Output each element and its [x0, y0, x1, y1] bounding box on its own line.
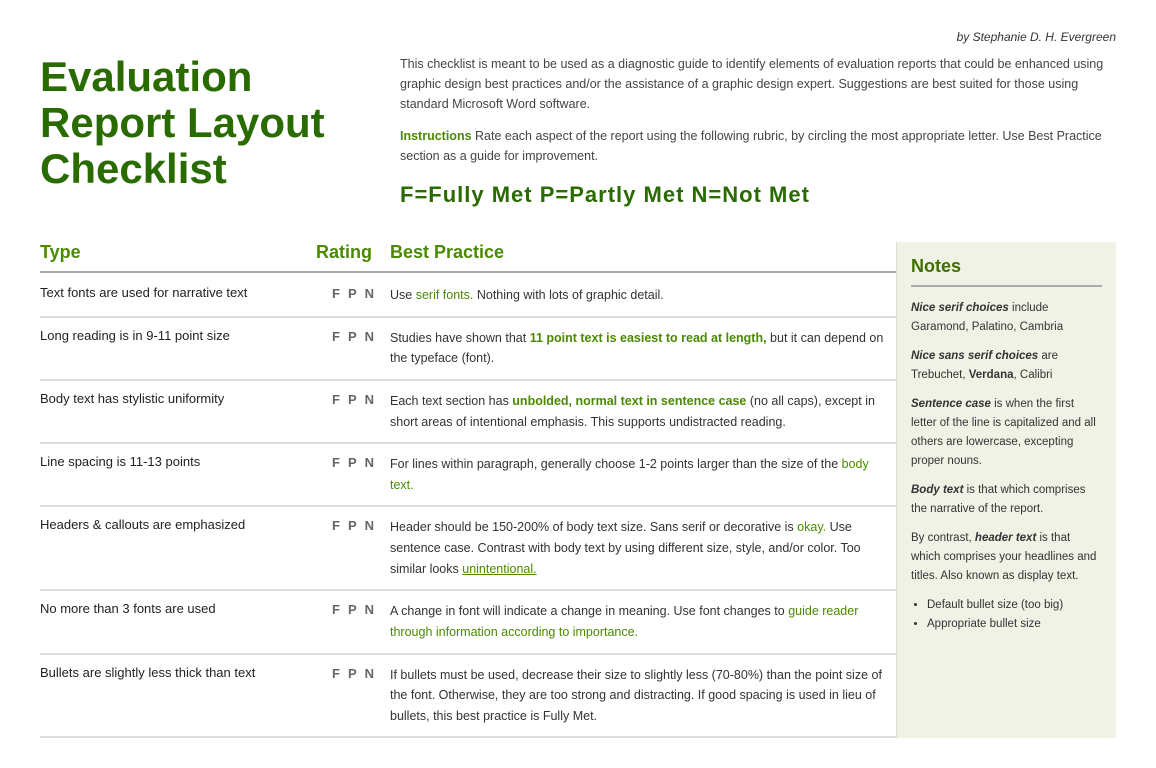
- main-title: Evaluation Report Layout Checklist: [40, 54, 360, 193]
- notes-column: Notes Nice serif choices include Garamon…: [896, 242, 1116, 738]
- row-1: Text fonts are used for narrative text F…: [40, 275, 896, 318]
- rating-p-6: P: [348, 602, 357, 617]
- ht-label: header text: [975, 532, 1036, 544]
- sc-label: Sentence case: [911, 398, 991, 410]
- type-text-4: Line spacing is 11-13 points: [40, 454, 309, 469]
- main-table: Type Rating Best Practice Text fonts are…: [40, 242, 1116, 738]
- row-7: Bullets are slightly less thick than tex…: [40, 655, 896, 739]
- notes-content: Nice serif choices include Garamond, Pal…: [911, 299, 1102, 634]
- note-serif: Nice serif choices include Garamond, Pal…: [911, 299, 1102, 337]
- rating-p-5: P: [348, 518, 357, 533]
- type-text-6: No more than 3 fonts are used: [40, 601, 309, 616]
- rating-f-2: F: [332, 329, 340, 344]
- rating-line: F=Fully Met P=Partly Met N=Not Met: [400, 182, 1116, 208]
- bullet-list: Default bullet size (too big) Appropriat…: [911, 596, 1102, 634]
- type-cell-7: Bullets are slightly less thick than tex…: [40, 655, 380, 738]
- rating-n-7: N: [365, 666, 374, 681]
- left-section: Type Rating Best Practice Text fonts are…: [40, 242, 896, 738]
- instructions-body: Rate each aspect of the report using the…: [400, 129, 1102, 163]
- rating-f-4: F: [332, 455, 340, 470]
- byline: by Stephanie D. H. Evergreen: [40, 30, 1116, 44]
- row-3: Body text has stylistic uniformity F P N…: [40, 381, 896, 444]
- type-rating-header: Type Rating: [40, 242, 380, 263]
- type-cell-6: No more than 3 fonts are used F P N: [40, 591, 380, 653]
- rating-n-6: N: [365, 602, 374, 617]
- type-cell-5: Headers & callouts are emphasized F P N: [40, 507, 380, 590]
- note-body-text: Body text is that which comprises the na…: [911, 481, 1102, 519]
- rating-n-2: N: [365, 329, 374, 344]
- ratings-5: F P N: [309, 517, 374, 533]
- note-sentence-case: Sentence case is when the first letter o…: [911, 395, 1102, 471]
- instructions-text: Instructions Rate each aspect of the rep…: [400, 126, 1116, 166]
- rating-n-5: N: [365, 518, 374, 533]
- note-header-text: By contrast, header text is that which c…: [911, 529, 1102, 586]
- intro-text: This checklist is meant to be used as a …: [400, 54, 1116, 114]
- sans-label: Nice sans serif choices: [911, 350, 1038, 362]
- bp-cell-1: Use serif fonts. Nothing with lots of gr…: [380, 275, 896, 317]
- serif-label: Nice serif choices: [911, 302, 1009, 314]
- ratings-6: F P N: [309, 601, 374, 617]
- type-cell-4: Line spacing is 11-13 points F P N: [40, 444, 380, 506]
- rating-header: Rating: [315, 242, 380, 263]
- bullet-item-2: Appropriate bullet size: [927, 615, 1102, 634]
- rating-n-3: N: [365, 392, 374, 407]
- bp-cell-5: Header should be 150-200% of body text s…: [380, 507, 896, 590]
- row-5: Headers & callouts are emphasized F P N …: [40, 507, 896, 591]
- ratings-7: F P N: [309, 665, 374, 681]
- ratings-2: F P N: [309, 328, 374, 344]
- ht-intro: By contrast,: [911, 532, 975, 544]
- header-row: Type Rating Best Practice: [40, 242, 896, 273]
- bp-cell-6: A change in font will indicate a change …: [380, 591, 896, 653]
- row-6: No more than 3 fonts are used F P N A ch…: [40, 591, 896, 654]
- title-block: Evaluation Report Layout Checklist: [40, 54, 360, 212]
- rating-n-4: N: [365, 455, 374, 470]
- bp-cell-7: If bullets must be used, decrease their …: [380, 655, 896, 738]
- type-cell-2: Long reading is in 9-11 point size F P N: [40, 318, 380, 380]
- type-text-1: Text fonts are used for narrative text: [40, 285, 309, 300]
- row-2: Long reading is in 9-11 point size F P N…: [40, 318, 896, 381]
- page-container: by Stephanie D. H. Evergreen Evaluation …: [40, 30, 1116, 738]
- type-header: Type: [40, 242, 315, 263]
- bp-text-1: Use serif fonts. Nothing with lots of gr…: [390, 288, 664, 302]
- bp-cell-3: Each text section has unbolded, normal t…: [380, 381, 896, 443]
- rating-p-1: P: [348, 286, 357, 301]
- ratings-3: F P N: [309, 391, 374, 407]
- rating-p-2: P: [348, 329, 357, 344]
- rating-p-4: P: [348, 455, 357, 470]
- notes-header: Notes: [911, 256, 1102, 287]
- top-section: Evaluation Report Layout Checklist This …: [40, 54, 1116, 212]
- instructions-label: Instructions: [400, 129, 472, 143]
- type-text-5: Headers & callouts are emphasized: [40, 517, 309, 532]
- rating-p-3: P: [348, 392, 357, 407]
- verdana-text: Verdana: [969, 369, 1014, 381]
- calibri-text: , Calibri: [1014, 369, 1053, 381]
- row-4: Line spacing is 11-13 points F P N For l…: [40, 444, 896, 507]
- bt-label: Body text: [911, 484, 963, 496]
- ratings-1: F P N: [309, 285, 374, 301]
- type-text-3: Body text has stylistic uniformity: [40, 391, 309, 406]
- rating-n-1: N: [365, 286, 374, 301]
- rating-f-6: F: [332, 602, 340, 617]
- type-text-2: Long reading is in 9-11 point size: [40, 328, 309, 343]
- bullet-item-1: Default bullet size (too big): [927, 596, 1102, 615]
- rating-f-5: F: [332, 518, 340, 533]
- note-sans-serif: Nice sans serif choices are Trebuchet, V…: [911, 347, 1102, 385]
- rating-p-7: P: [348, 666, 357, 681]
- type-text-7: Bullets are slightly less thick than tex…: [40, 665, 309, 680]
- intro-block: This checklist is meant to be used as a …: [400, 54, 1116, 212]
- bp-cell-2: Studies have shown that 11 point text is…: [380, 318, 896, 380]
- bp-header: Best Practice: [380, 242, 896, 263]
- ratings-4: F P N: [309, 454, 374, 470]
- rating-f-7: F: [332, 666, 340, 681]
- rating-f-3: F: [332, 392, 340, 407]
- rating-f-1: F: [332, 286, 340, 301]
- type-cell-1: Text fonts are used for narrative text F…: [40, 275, 380, 317]
- bp-cell-4: For lines within paragraph, generally ch…: [380, 444, 896, 506]
- type-cell-3: Body text has stylistic uniformity F P N: [40, 381, 380, 443]
